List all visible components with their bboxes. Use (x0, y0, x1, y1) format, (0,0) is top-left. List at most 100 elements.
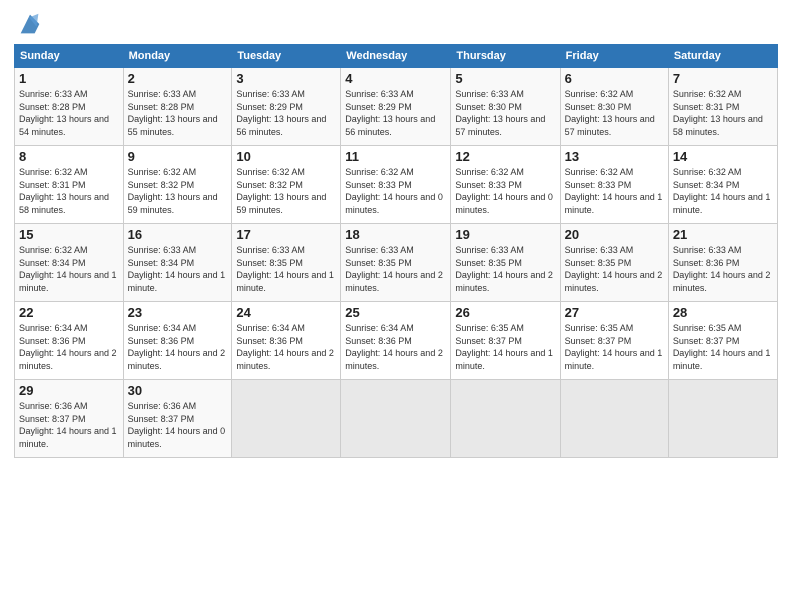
day-number: 29 (19, 383, 119, 398)
day-cell: 28 Sunrise: 6:35 AMSunset: 8:37 PMDayligh… (668, 302, 777, 380)
day-number: 18 (345, 227, 446, 242)
week-row-5: 29 Sunrise: 6:36 AMSunset: 8:37 PMDayligh… (15, 380, 778, 458)
day-cell: 9Sunrise: 6:32 AMSunset: 8:32 PMDaylight… (123, 146, 232, 224)
day-cell: 22 Sunrise: 6:34 AMSunset: 8:36 PMDayligh… (15, 302, 124, 380)
day-info: Sunrise: 6:33 AMSunset: 8:28 PMDaylight:… (19, 88, 119, 138)
day-info: Sunrise: 6:32 AMSunset: 8:31 PMDaylight:… (673, 88, 773, 138)
day-info: Sunrise: 6:35 AMSunset: 8:37 PMDaylight:… (455, 322, 555, 372)
logo (14, 10, 44, 38)
day-number: 6 (565, 71, 664, 86)
day-cell: 7 Sunrise: 6:32 AMSunset: 8:31 PMDaylight… (668, 68, 777, 146)
day-info: Sunrise: 6:34 AMSunset: 8:36 PMDaylight:… (345, 322, 446, 372)
day-info: Sunrise: 6:33 AMSunset: 8:36 PMDaylight:… (673, 244, 773, 294)
day-number: 3 (236, 71, 336, 86)
day-info: Sunrise: 6:33 AMSunset: 8:35 PMDaylight:… (236, 244, 336, 294)
day-cell: 11Sunrise: 6:32 AMSunset: 8:33 PMDayligh… (341, 146, 451, 224)
day-info: Sunrise: 6:32 AMSunset: 8:33 PMDaylight:… (565, 166, 664, 216)
logo-icon (16, 10, 44, 38)
day-cell: 15 Sunrise: 6:32 AMSunset: 8:34 PMDayligh… (15, 224, 124, 302)
day-number: 25 (345, 305, 446, 320)
day-info: Sunrise: 6:33 AMSunset: 8:35 PMDaylight:… (455, 244, 555, 294)
day-cell (560, 380, 668, 458)
day-cell: 4 Sunrise: 6:33 AMSunset: 8:29 PMDaylight… (341, 68, 451, 146)
col-header-monday: Monday (123, 45, 232, 68)
day-info: Sunrise: 6:34 AMSunset: 8:36 PMDaylight:… (19, 322, 119, 372)
day-info: Sunrise: 6:32 AMSunset: 8:34 PMDaylight:… (19, 244, 119, 294)
day-number: 19 (455, 227, 555, 242)
day-cell: 29 Sunrise: 6:36 AMSunset: 8:37 PMDayligh… (15, 380, 124, 458)
day-number: 28 (673, 305, 773, 320)
day-number: 8 (19, 149, 119, 164)
day-cell: 8 Sunrise: 6:32 AMSunset: 8:31 PMDaylight… (15, 146, 124, 224)
day-info: Sunrise: 6:33 AMSunset: 8:35 PMDaylight:… (565, 244, 664, 294)
day-number: 26 (455, 305, 555, 320)
day-cell: 26 Sunrise: 6:35 AMSunset: 8:37 PMDayligh… (451, 302, 560, 380)
day-info: Sunrise: 6:33 AMSunset: 8:28 PMDaylight:… (128, 88, 228, 138)
day-cell (451, 380, 560, 458)
day-number: 21 (673, 227, 773, 242)
day-info: Sunrise: 6:32 AMSunset: 8:34 PMDaylight:… (673, 166, 773, 216)
day-number: 7 (673, 71, 773, 86)
day-cell: 27Sunrise: 6:35 AMSunset: 8:37 PMDayligh… (560, 302, 668, 380)
day-cell: 6 Sunrise: 6:32 AMSunset: 8:30 PMDaylight… (560, 68, 668, 146)
day-info: Sunrise: 6:33 AMSunset: 8:30 PMDaylight:… (455, 88, 555, 138)
col-header-thursday: Thursday (451, 45, 560, 68)
day-cell: 19 Sunrise: 6:33 AMSunset: 8:35 PMDayligh… (451, 224, 560, 302)
day-number: 15 (19, 227, 119, 242)
day-info: Sunrise: 6:35 AMSunset: 8:37 PMDaylight:… (673, 322, 773, 372)
col-header-sunday: Sunday (15, 45, 124, 68)
day-info: Sunrise: 6:33 AMSunset: 8:34 PMDaylight:… (128, 244, 228, 294)
day-cell: 5 Sunrise: 6:33 AMSunset: 8:30 PMDaylight… (451, 68, 560, 146)
col-header-saturday: Saturday (668, 45, 777, 68)
day-cell (668, 380, 777, 458)
day-cell: 25 Sunrise: 6:34 AMSunset: 8:36 PMDayligh… (341, 302, 451, 380)
day-number: 1 (19, 71, 119, 86)
day-info: Sunrise: 6:35 AMSunset: 8:37 PMDaylight:… (565, 322, 664, 372)
calendar-table: SundayMondayTuesdayWednesdayThursdayFrid… (14, 44, 778, 458)
day-number: 30 (128, 383, 228, 398)
day-cell: 14Sunrise: 6:32 AMSunset: 8:34 PMDayligh… (668, 146, 777, 224)
day-info: Sunrise: 6:36 AMSunset: 8:37 PMDaylight:… (19, 400, 119, 450)
day-number: 10 (236, 149, 336, 164)
day-info: Sunrise: 6:34 AMSunset: 8:36 PMDaylight:… (128, 322, 228, 372)
col-header-wednesday: Wednesday (341, 45, 451, 68)
day-info: Sunrise: 6:33 AMSunset: 8:35 PMDaylight:… (345, 244, 446, 294)
day-info: Sunrise: 6:33 AMSunset: 8:29 PMDaylight:… (345, 88, 446, 138)
day-info: Sunrise: 6:32 AMSunset: 8:33 PMDaylight:… (455, 166, 555, 216)
day-number: 5 (455, 71, 555, 86)
day-cell: 18 Sunrise: 6:33 AMSunset: 8:35 PMDayligh… (341, 224, 451, 302)
day-cell: 17 Sunrise: 6:33 AMSunset: 8:35 PMDayligh… (232, 224, 341, 302)
day-info: Sunrise: 6:32 AMSunset: 8:30 PMDaylight:… (565, 88, 664, 138)
day-number: 22 (19, 305, 119, 320)
week-row-1: 1 Sunrise: 6:33 AMSunset: 8:28 PMDaylight… (15, 68, 778, 146)
day-number: 2 (128, 71, 228, 86)
day-number: 9 (128, 149, 228, 164)
col-header-tuesday: Tuesday (232, 45, 341, 68)
header-row: SundayMondayTuesdayWednesdayThursdayFrid… (15, 45, 778, 68)
day-cell: 23 Sunrise: 6:34 AMSunset: 8:36 PMDayligh… (123, 302, 232, 380)
day-cell: 1 Sunrise: 6:33 AMSunset: 8:28 PMDaylight… (15, 68, 124, 146)
day-number: 24 (236, 305, 336, 320)
day-cell: 30 Sunrise: 6:36 AMSunset: 8:37 PMDayligh… (123, 380, 232, 458)
day-cell: 12 Sunrise: 6:32 AMSunset: 8:33 PMDayligh… (451, 146, 560, 224)
day-number: 17 (236, 227, 336, 242)
day-number: 23 (128, 305, 228, 320)
day-number: 13 (565, 149, 664, 164)
day-number: 4 (345, 71, 446, 86)
calendar-page: SundayMondayTuesdayWednesdayThursdayFrid… (0, 0, 792, 612)
day-info: Sunrise: 6:34 AMSunset: 8:36 PMDaylight:… (236, 322, 336, 372)
day-info: Sunrise: 6:36 AMSunset: 8:37 PMDaylight:… (128, 400, 228, 450)
day-cell: 13 Sunrise: 6:32 AMSunset: 8:33 PMDayligh… (560, 146, 668, 224)
week-row-4: 22 Sunrise: 6:34 AMSunset: 8:36 PMDayligh… (15, 302, 778, 380)
day-info: Sunrise: 6:32 AMSunset: 8:31 PMDaylight:… (19, 166, 119, 216)
day-cell (341, 380, 451, 458)
day-number: 12 (455, 149, 555, 164)
day-number: 16 (128, 227, 228, 242)
header (14, 10, 778, 38)
col-header-friday: Friday (560, 45, 668, 68)
day-number: 20 (565, 227, 664, 242)
day-cell: 21 Sunrise: 6:33 AMSunset: 8:36 PMDayligh… (668, 224, 777, 302)
day-cell: 16 Sunrise: 6:33 AMSunset: 8:34 PMDayligh… (123, 224, 232, 302)
day-info: Sunrise: 6:32 AMSunset: 8:33 PMDaylight:… (345, 166, 446, 216)
day-info: Sunrise: 6:33 AMSunset: 8:29 PMDaylight:… (236, 88, 336, 138)
